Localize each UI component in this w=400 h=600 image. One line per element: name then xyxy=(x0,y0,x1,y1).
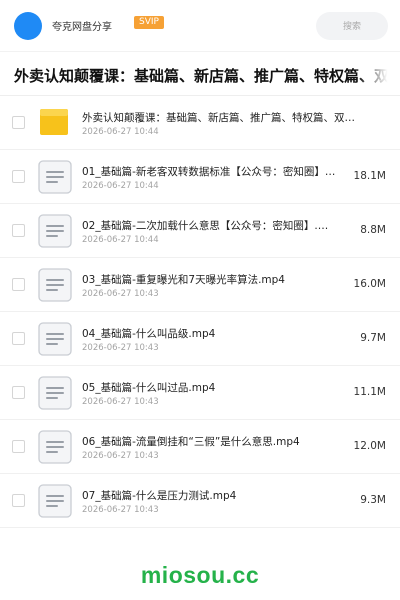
avatar[interactable] xyxy=(14,11,42,40)
title-fade xyxy=(358,60,400,92)
file-date: 2026-06-27 10:43 xyxy=(82,343,159,353)
row-checkbox[interactable] xyxy=(12,332,25,345)
file-date: 2026-06-27 10:43 xyxy=(82,397,159,407)
file-date: 2026-06-27 10:44 xyxy=(82,235,159,245)
document-icon xyxy=(38,430,72,464)
row-checkbox[interactable] xyxy=(12,224,25,237)
file-size: 11.1M xyxy=(353,386,386,398)
row-checkbox[interactable] xyxy=(12,386,25,399)
list-item[interactable]: 06_基础篇-流量倒挂和“三假”是什么意思.mp4 2026-06-27 10:… xyxy=(0,420,400,474)
file-date: 2026-06-27 10:44 xyxy=(82,181,159,191)
search-input[interactable]: 搜索 xyxy=(316,11,388,40)
app-screen: 夸克网盘分享 SVIP 搜索 外卖认知颠覆课：基础篇、新店篇、推广篇、特权篇、双… xyxy=(0,0,400,600)
row-checkbox[interactable] xyxy=(12,278,25,291)
svip-badge: SVIP xyxy=(134,16,164,29)
list-item[interactable]: 04_基础篇-什么叫品级.mp4 2026-06-27 10:43 9.7M xyxy=(0,312,400,366)
file-date: 2026-06-27 10:43 xyxy=(82,289,159,299)
list-item[interactable]: 01_基础篇-新老客双转数据标准【公众号：密知圈】… 2026-06-27 10… xyxy=(0,150,400,204)
title-bar: 外卖认知颠覆课：基础篇、新店篇、推广篇、特权篇、双转篇 77 xyxy=(0,60,400,92)
row-checkbox[interactable] xyxy=(12,170,25,183)
row-checkbox[interactable] xyxy=(12,116,25,129)
header-bar: 夸克网盘分享 SVIP 搜索 xyxy=(0,0,400,52)
document-icon xyxy=(38,376,72,410)
file-size: 9.3M xyxy=(360,494,386,506)
file-name: 01_基础篇-新老客双转数据标准【公众号：密知圈】… xyxy=(82,166,336,178)
file-date: 2026-06-27 10:43 xyxy=(82,505,159,515)
file-size: 16.0M xyxy=(353,278,386,290)
file-name: 02_基础篇-二次加载什么意思【公众号：密知圈】.… xyxy=(82,220,329,232)
document-icon xyxy=(38,484,72,518)
file-date: 2026-06-27 10:43 xyxy=(82,451,159,461)
file-size: 12.0M xyxy=(353,440,386,452)
file-name: 05_基础篇-什么叫过品.mp4 xyxy=(82,382,216,394)
file-size: 18.1M xyxy=(353,170,386,182)
watermark-text: miosou.cc xyxy=(140,562,260,588)
file-size: 9.7M xyxy=(360,332,386,344)
search-placeholder: 搜索 xyxy=(342,22,361,32)
list-item[interactable]: 07_基础篇-什么是压力测试.mp4 2026-06-27 10:43 9.3M xyxy=(0,474,400,528)
document-icon xyxy=(38,268,72,302)
document-icon xyxy=(38,160,72,194)
file-date: 2026-06-27 10:44 xyxy=(82,127,159,137)
row-checkbox[interactable] xyxy=(12,440,25,453)
page-title: 外卖认知颠覆课：基础篇、新店篇、推广篇、特权篇、双转篇 77 xyxy=(14,67,400,85)
file-name: 03_基础篇-重复曝光和7天曝光率算法.mp4 xyxy=(82,274,285,286)
list-item[interactable]: 05_基础篇-什么叫过品.mp4 2026-06-27 10:43 11.1M xyxy=(0,366,400,420)
file-name: 07_基础篇-什么是压力测试.mp4 xyxy=(82,490,237,502)
user-name[interactable]: 夸克网盘分享 xyxy=(52,18,112,33)
file-name: 04_基础篇-什么叫品级.mp4 xyxy=(82,328,216,340)
list-item[interactable]: 03_基础篇-重复曝光和7天曝光率算法.mp4 2026-06-27 10:43… xyxy=(0,258,400,312)
document-icon xyxy=(38,214,72,248)
file-size: 8.8M xyxy=(360,224,386,236)
list-item-folder[interactable]: 外卖认知颠覆课：基础篇、新店篇、推广篇、特权篇、双… 2026-06-27 10… xyxy=(0,96,400,150)
document-icon xyxy=(38,322,72,356)
file-name: 06_基础篇-流量倒挂和“三假”是什么意思.mp4 xyxy=(82,436,300,448)
file-list: 外卖认知颠覆课：基础篇、新店篇、推广篇、特权篇、双… 2026-06-27 10… xyxy=(0,96,400,528)
folder-icon xyxy=(40,109,68,135)
list-item[interactable]: 02_基础篇-二次加载什么意思【公众号：密知圈】.… 2026-06-27 10… xyxy=(0,204,400,258)
row-checkbox[interactable] xyxy=(12,494,25,507)
file-name: 外卖认知颠覆课：基础篇、新店篇、推广篇、特权篇、双… xyxy=(82,112,355,124)
